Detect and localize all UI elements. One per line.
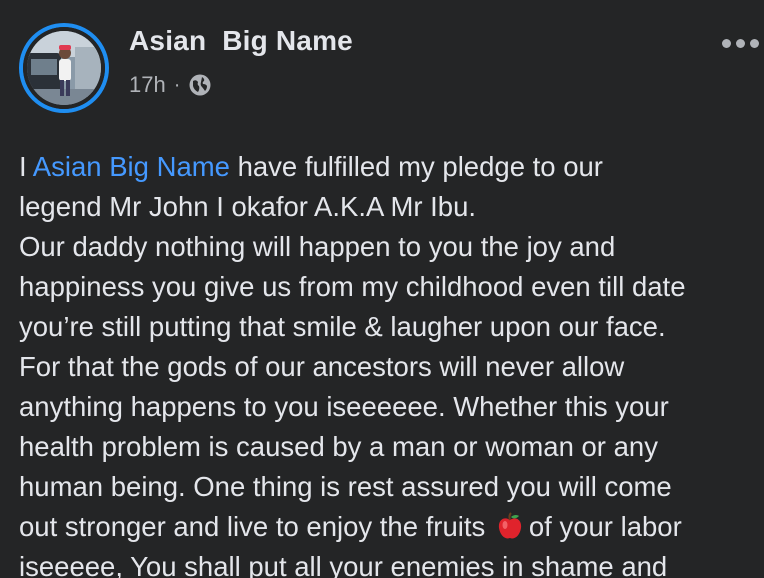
post-text-segment: I [19,151,33,182]
author-name[interactable]: Asian Big Name [129,25,353,57]
post-line: human being. One thing is rest assured y… [19,471,672,502]
post-line: out stronger and live to enjoy the fruit… [19,507,764,547]
post-line: I Asian Big Name have fulfilled my pledg… [19,147,764,187]
post-text-segment: of your labor [528,511,682,542]
post-line: happiness you give us from my childhood … [19,271,686,302]
author-avatar[interactable] [19,23,109,113]
author-mention-link[interactable]: Asian Big Name [33,151,230,182]
post-line: For that the gods of our ancestors will … [19,351,625,382]
post-line: Our daddy nothing will happen to you the… [19,231,616,262]
avatar-photo [23,27,105,109]
post-meta: 17h · [129,70,212,100]
globe-icon[interactable] [188,73,212,97]
more-dot-icon [750,38,759,48]
post-line: health problem is caused by a man or wom… [19,431,658,462]
post-line: anything happens to you iseeeeee. Whethe… [19,391,669,422]
more-dot-icon [722,38,731,48]
facebook-post: Asian Big Name 17h · I Asian Big Name ha… [0,0,764,578]
post-timestamp[interactable]: 17h [129,72,166,98]
post-line: you’re still putting that smile & laughe… [19,311,666,342]
post-text-segment: out stronger and live to enjoy the fruit… [19,511,486,542]
meta-separator: · [173,73,181,96]
post-text: I Asian Big Name have fulfilled my pledg… [19,147,764,578]
post-line: iseeeee, You shall put all your enemies … [19,551,668,578]
post-text-segment: have fulfilled my pledge to our [229,151,603,182]
more-options-button[interactable] [722,36,762,50]
more-dot-icon [736,38,745,48]
apple-emoji-icon [495,511,525,541]
post-line: legend Mr John I okafor A.K.A Mr Ibu. [19,191,477,222]
